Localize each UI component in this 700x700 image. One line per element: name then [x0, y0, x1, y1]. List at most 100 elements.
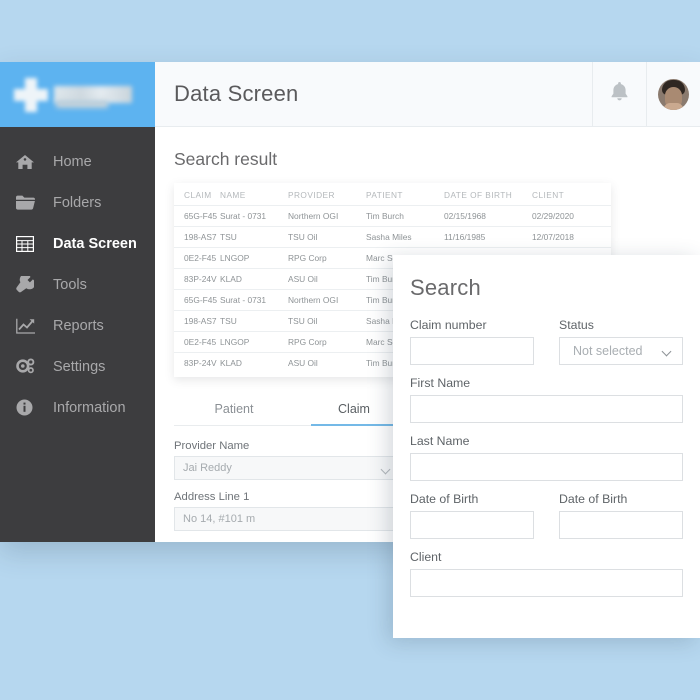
sidebar-nav: Home Folders Data Screen Tools Reports S… [0, 127, 155, 428]
cell-provider: TSU Oil [288, 226, 366, 248]
folder-icon [16, 194, 42, 212]
claim-form: Provider Name Jai Reddy Address Line 1 N… [174, 440, 424, 542]
medical-cross-logo-icon [14, 77, 48, 112]
sidebar-item-information[interactable]: Information [0, 387, 155, 428]
field-last-name: Last Name [410, 434, 683, 481]
brand-logo[interactable] [0, 62, 155, 127]
tab-patient[interactable]: Patient [174, 395, 294, 425]
status-label: Status [559, 318, 594, 332]
cell-claim: 0E2-F45 [174, 331, 220, 353]
cell-name: LNGOP [220, 247, 288, 269]
cell-patient: Tim Burch [366, 205, 444, 227]
provider-name-label: Provider Name [174, 440, 250, 452]
table-header-row: CLAIM NAME PROVIDER PATIENT DATE OF BIRT… [174, 183, 611, 206]
cell-claim: 198-AS7 [174, 226, 220, 248]
cell-client: 02/29/2020 [532, 205, 611, 227]
cell-name: KLAD [220, 352, 288, 373]
top-bar: Data Screen [155, 62, 700, 127]
client-label: Client [410, 550, 442, 564]
table-row[interactable]: 198-AS7TSUTSU OilSasha Miles11/16/198512… [174, 226, 611, 248]
cell-name: Surat - 0731 [220, 289, 288, 311]
sidebar-item-label: Information [53, 399, 126, 416]
address-line-1-label: Address Line 1 [174, 491, 250, 503]
avatar [658, 78, 689, 110]
cell-client: 12/07/2018 [532, 226, 611, 248]
chart-line-icon [16, 317, 42, 335]
client-input[interactable] [410, 569, 683, 597]
brand-wordmark-sub [56, 100, 108, 108]
provider-name-select[interactable]: Jai Reddy [174, 456, 399, 480]
date-of-birth-from-input[interactable] [410, 511, 534, 539]
address-line-1-input[interactable]: No 14, #101 m [174, 507, 399, 531]
cell-provider: RPG Corp [288, 331, 366, 353]
cell-name: KLAD [220, 268, 288, 290]
first-name-input[interactable] [410, 395, 683, 423]
cell-name: TSU [220, 310, 288, 332]
cell-claim: 198-AS7 [174, 310, 220, 332]
cell-provider: TSU Oil [288, 310, 366, 332]
sidebar-item-reports[interactable]: Reports [0, 305, 155, 346]
top-bar-actions [592, 62, 700, 127]
field-claim-number: Claim number [410, 318, 534, 365]
table-grid-icon [16, 235, 42, 253]
screen: Home Folders Data Screen Tools Reports S… [0, 0, 700, 700]
claim-status-row: Claim number Status Not selected [410, 318, 683, 376]
cell-claim: 0E2-F45 [174, 247, 220, 269]
field-client: Client [410, 550, 683, 597]
column-header-name[interactable]: NAME [220, 183, 288, 206]
column-header-claim[interactable]: CLAIM [174, 183, 220, 206]
claim-number-input[interactable] [410, 337, 534, 365]
column-header-patient[interactable]: PATIENT [366, 183, 444, 206]
gears-icon [16, 358, 42, 376]
cell-name: TSU [220, 226, 288, 248]
search-panel: Search Claim number Status Not selected … [393, 255, 700, 638]
sidebar-item-label: Tools [53, 276, 87, 293]
cell-provider: ASU Oil [288, 352, 366, 373]
page-title: Data Screen [174, 81, 299, 106]
table-row[interactable]: 65G-F45 Surat - 0731 Northern OGI Tim Burch… [174, 205, 611, 227]
cell-dob: 11/16/1985 [444, 226, 532, 248]
column-header-dob[interactable]: DATE OF BIRTH [444, 183, 532, 206]
cell-claim: 65G-F45 [174, 205, 220, 227]
date-of-birth-row: Date of Birth Date of Birth [410, 492, 683, 550]
results-table-head: CLAIM NAME PROVIDER PATIENT DATE OF BIRT… [174, 183, 611, 206]
field-address-line-1: Address Line 1 No 14, #101 m [174, 491, 424, 531]
sidebar: Home Folders Data Screen Tools Reports S… [0, 62, 155, 542]
column-header-provider[interactable]: PROVIDER [288, 183, 366, 206]
first-name-label: First Name [410, 376, 471, 390]
status-select[interactable]: Not selected [559, 337, 683, 365]
home-icon [16, 153, 42, 171]
sidebar-item-home[interactable]: Home [0, 141, 155, 182]
wrench-icon [16, 276, 42, 294]
cell-claim: 83P-24V [174, 352, 220, 373]
field-date-of-birth-to: Date of Birth [559, 492, 683, 539]
sidebar-item-label: Home [53, 153, 92, 170]
cell-patient: Sasha Miles [366, 226, 444, 248]
column-header-client[interactable]: CLIENT [532, 183, 611, 206]
claim-number-label: Claim number [410, 318, 487, 332]
last-name-input[interactable] [410, 453, 683, 481]
sidebar-item-label: Reports [53, 317, 104, 334]
cell-claim: 83P-24V [174, 268, 220, 290]
date-of-birth-to-label: Date of Birth [559, 492, 628, 506]
date-of-birth-to-input[interactable] [559, 511, 683, 539]
notifications-button[interactable] [592, 62, 646, 127]
sidebar-item-folders[interactable]: Folders [0, 182, 155, 223]
field-status: Status Not selected [559, 318, 683, 365]
cell-name: Surat - 0731 [220, 205, 288, 227]
sidebar-item-tools[interactable]: Tools [0, 264, 155, 305]
sidebar-item-data-screen[interactable]: Data Screen [0, 223, 155, 264]
sidebar-item-label: Settings [53, 358, 106, 375]
cell-claim: 65G-F45 [174, 289, 220, 311]
section-title: Search result [174, 149, 278, 169]
cell-provider: RPG Corp [288, 247, 366, 269]
cell-name: LNGOP [220, 331, 288, 353]
cell-provider: Northern OGI [288, 205, 366, 227]
user-menu-button[interactable] [646, 62, 700, 127]
date-of-birth-from-label: Date of Birth [410, 492, 479, 506]
last-name-label: Last Name [410, 434, 470, 448]
field-provider-name: Provider Name Jai Reddy [174, 440, 424, 480]
sidebar-item-settings[interactable]: Settings [0, 346, 155, 387]
cell-provider: Northern OGI [288, 289, 366, 311]
bell-icon [611, 82, 628, 106]
